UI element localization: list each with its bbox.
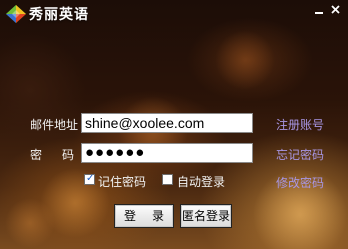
password-label: 密码: [30, 146, 74, 163]
login-button-label-part-2: 录: [152, 209, 165, 223]
remember-password-checkbox[interactable]: ✓: [84, 173, 95, 185]
change-password-link[interactable]: 修改密码: [276, 174, 324, 191]
auto-login-checkbox[interactable]: [162, 174, 173, 185]
app-title: 秀丽英语: [29, 7, 89, 23]
background-bokeh: [215, 30, 275, 90]
email-field[interactable]: shine@xoolee.com: [81, 113, 253, 133]
login-window: 秀丽英语 邮件地址 密码 shine@xoolee.com ●●●●●● 注册账…: [0, 0, 348, 249]
minimize-icon[interactable]: [312, 3, 327, 17]
login-button[interactable]: 登录: [114, 204, 174, 228]
remember-password-label[interactable]: 记住密码: [98, 173, 146, 190]
auto-login-label[interactable]: 自动登录: [177, 173, 225, 190]
register-account-link[interactable]: 注册账号: [276, 116, 324, 133]
login-button-label-part-1: 登: [123, 209, 136, 223]
colored-diamond-logo-icon: [6, 5, 26, 23]
password-field[interactable]: ●●●●●●: [81, 143, 253, 163]
email-label: 邮件地址: [30, 118, 79, 132]
password-label-part-1: 密: [30, 148, 43, 162]
forgot-password-link[interactable]: 忘记密码: [276, 146, 324, 163]
background-bokeh: [5, 198, 55, 248]
anonymous-login-button[interactable]: 匿名登录: [180, 204, 232, 228]
close-icon[interactable]: [328, 3, 343, 17]
title-bar[interactable]: 秀丽英语: [0, 0, 348, 28]
checkmark-icon: ✓: [86, 173, 95, 184]
password-label-part-2: 码: [62, 148, 75, 162]
